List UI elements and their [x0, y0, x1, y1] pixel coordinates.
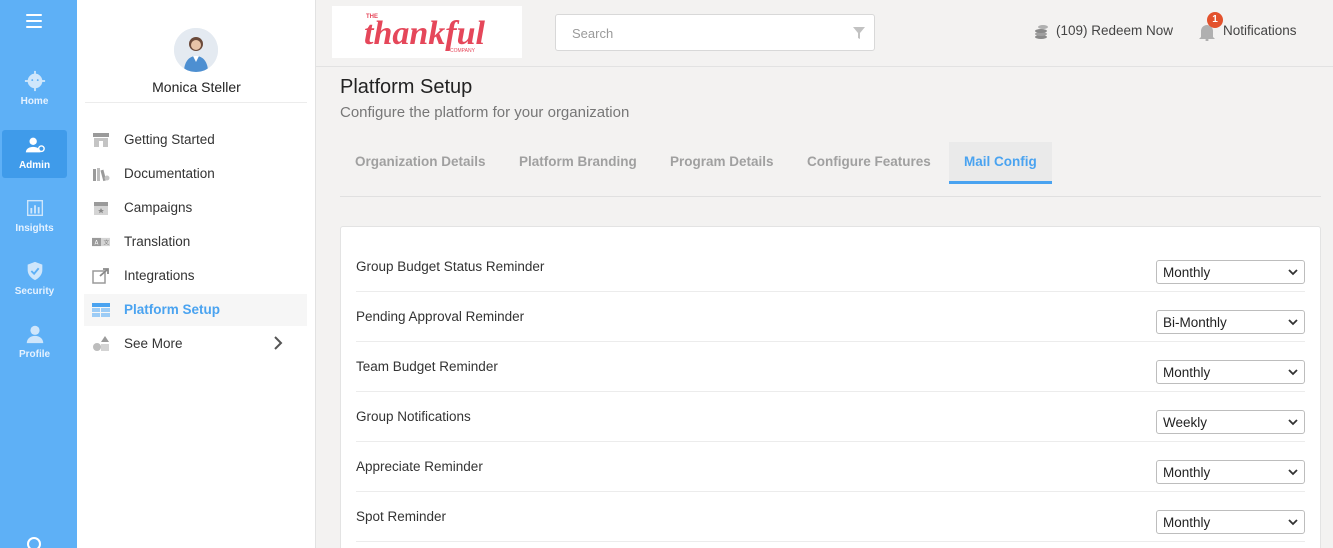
rail-item-label: Insights: [15, 223, 54, 234]
setting-row: Group Budget Status Reminder Monthly: [341, 242, 1320, 292]
books-icon: [93, 168, 110, 182]
svg-text:A: A: [94, 240, 98, 246]
setting-label: Group Budget Status Reminder: [356, 259, 545, 274]
sidebar-item-label: Integrations: [124, 268, 195, 283]
sidebar-item-label: Translation: [124, 234, 191, 249]
external-link-icon: [92, 268, 109, 284]
frequency-select[interactable]: Monthly: [1156, 460, 1305, 484]
rail-item-label: Security: [14, 286, 55, 297]
row-divider: [356, 541, 1305, 542]
rail-item-admin[interactable]: Admin: [2, 130, 67, 178]
notification-count-badge: 1: [1207, 12, 1223, 28]
shapes-icon: [93, 336, 109, 351]
sidebar-item-getting-started[interactable]: Getting Started: [84, 124, 307, 156]
chevron-down-icon: [1288, 369, 1298, 376]
divider: [85, 102, 307, 103]
setting-label: Spot Reminder: [356, 509, 447, 524]
rail-item-label: Admin: [18, 160, 51, 171]
select-value: Bi-Monthly: [1163, 315, 1227, 330]
svg-text:文: 文: [103, 238, 109, 246]
frequency-select[interactable]: Weekly: [1156, 410, 1305, 434]
logo-text: thankful: [364, 15, 485, 52]
redeem-text: (109) Redeem Now: [1056, 23, 1174, 38]
chevron-down-icon: [1288, 269, 1298, 276]
calendar-star-icon: [94, 202, 108, 215]
select-value: Monthly: [1163, 365, 1211, 380]
mail-config-panel: Group Budget Status Reminder Monthly Pen…: [340, 226, 1321, 548]
sidebar-item-see-more[interactable]: See More: [84, 328, 307, 360]
person-icon: [26, 325, 43, 344]
user-name: Monica Steller: [152, 79, 241, 95]
tab-bar: Organization Details Platform Branding P…: [340, 142, 1321, 197]
sidebar-item-label: Platform Setup: [124, 302, 221, 317]
setting-row: Group Notifications Weekly: [341, 392, 1320, 442]
sidebar-item-translation[interactable]: A文 Translation: [84, 226, 307, 258]
chevron-down-icon: [1288, 419, 1298, 426]
chevron-down-icon: [1288, 469, 1298, 476]
company-logo[interactable]: THE thankful COMPANY: [332, 6, 522, 58]
sidebar-item-platform-setup[interactable]: Platform Setup: [84, 294, 307, 326]
shield-icon: [27, 261, 42, 281]
setting-label: Team Budget Reminder: [356, 359, 498, 374]
bar-chart-icon: [26, 199, 43, 217]
rail-item-label: Home: [20, 96, 49, 107]
tab-mail-config[interactable]: Mail Config: [949, 142, 1052, 184]
notifications-label: Notifications: [1223, 23, 1297, 38]
sidebar-item-label: Documentation: [124, 166, 215, 181]
app-rail: Home Admin Insights Security Profile: [0, 0, 77, 548]
hamburger-menu-icon[interactable]: [26, 14, 42, 30]
tab-program-details[interactable]: Program Details: [655, 142, 789, 184]
setting-row: Spot Reminder Monthly: [341, 492, 1320, 542]
setting-label: Pending Approval Reminder: [356, 309, 525, 324]
rail-item-profile[interactable]: Profile: [2, 319, 67, 367]
grid-table-icon: [92, 303, 110, 317]
select-value: Monthly: [1163, 265, 1211, 280]
sidebar-item-label: Getting Started: [124, 132, 215, 147]
chevron-down-icon: [1288, 319, 1298, 326]
frequency-select[interactable]: Bi-Monthly: [1156, 310, 1305, 334]
sidebar-item-label: See More: [124, 336, 183, 351]
select-value: Monthly: [1163, 515, 1211, 530]
help-icon[interactable]: [27, 537, 41, 548]
rail-item-label: Profile: [18, 349, 51, 360]
sidebar-item-integrations[interactable]: Integrations: [84, 260, 307, 292]
setting-row: Appreciate Reminder Monthly: [341, 442, 1320, 492]
filter-icon[interactable]: [852, 26, 866, 40]
setting-row: Pending Approval Reminder Bi-Monthly: [341, 292, 1320, 342]
chevron-right-icon[interactable]: [271, 336, 285, 350]
chevron-down-icon: [1288, 519, 1298, 526]
frequency-select[interactable]: Monthly: [1156, 360, 1305, 384]
sidebar-item-documentation[interactable]: Documentation: [84, 158, 307, 190]
rail-item-security[interactable]: Security: [2, 256, 67, 304]
page-title: Platform Setup: [340, 76, 473, 98]
logo-company-text: COMPANY: [450, 48, 476, 54]
tab-platform-branding[interactable]: Platform Branding: [504, 142, 652, 184]
sidebar: Monica Steller Getting Started Documenta…: [77, 0, 316, 548]
cog-face-icon: [24, 70, 45, 92]
store-icon: [93, 133, 109, 147]
tab-configure-features[interactable]: Configure Features: [792, 142, 946, 184]
search-placeholder: Search: [572, 26, 614, 41]
frequency-select[interactable]: Monthly: [1156, 510, 1305, 534]
sidebar-item-label: Campaigns: [124, 200, 193, 215]
setting-label: Appreciate Reminder: [356, 459, 483, 474]
top-header: THE thankful COMPANY Search (109) Redeem…: [316, 0, 1333, 67]
setting-row: Team Budget Reminder Monthly: [341, 342, 1320, 392]
frequency-select[interactable]: Monthly: [1156, 260, 1305, 284]
page-subtitle: Configure the platform for your organiza…: [340, 104, 630, 121]
sidebar-item-campaigns[interactable]: Campaigns: [84, 192, 307, 224]
search-input[interactable]: Search: [555, 14, 875, 51]
select-value: Weekly: [1163, 415, 1208, 430]
setting-label: Group Notifications: [356, 409, 471, 424]
rail-item-home[interactable]: Home: [2, 66, 67, 114]
translate-icon: A文: [92, 237, 110, 246]
coins-icon: [1035, 25, 1048, 39]
admin-user-icon: [25, 137, 45, 153]
tab-organization-details[interactable]: Organization Details: [340, 142, 501, 184]
avatar[interactable]: [174, 28, 218, 72]
select-value: Monthly: [1163, 465, 1211, 480]
rail-item-insights[interactable]: Insights: [2, 193, 67, 241]
